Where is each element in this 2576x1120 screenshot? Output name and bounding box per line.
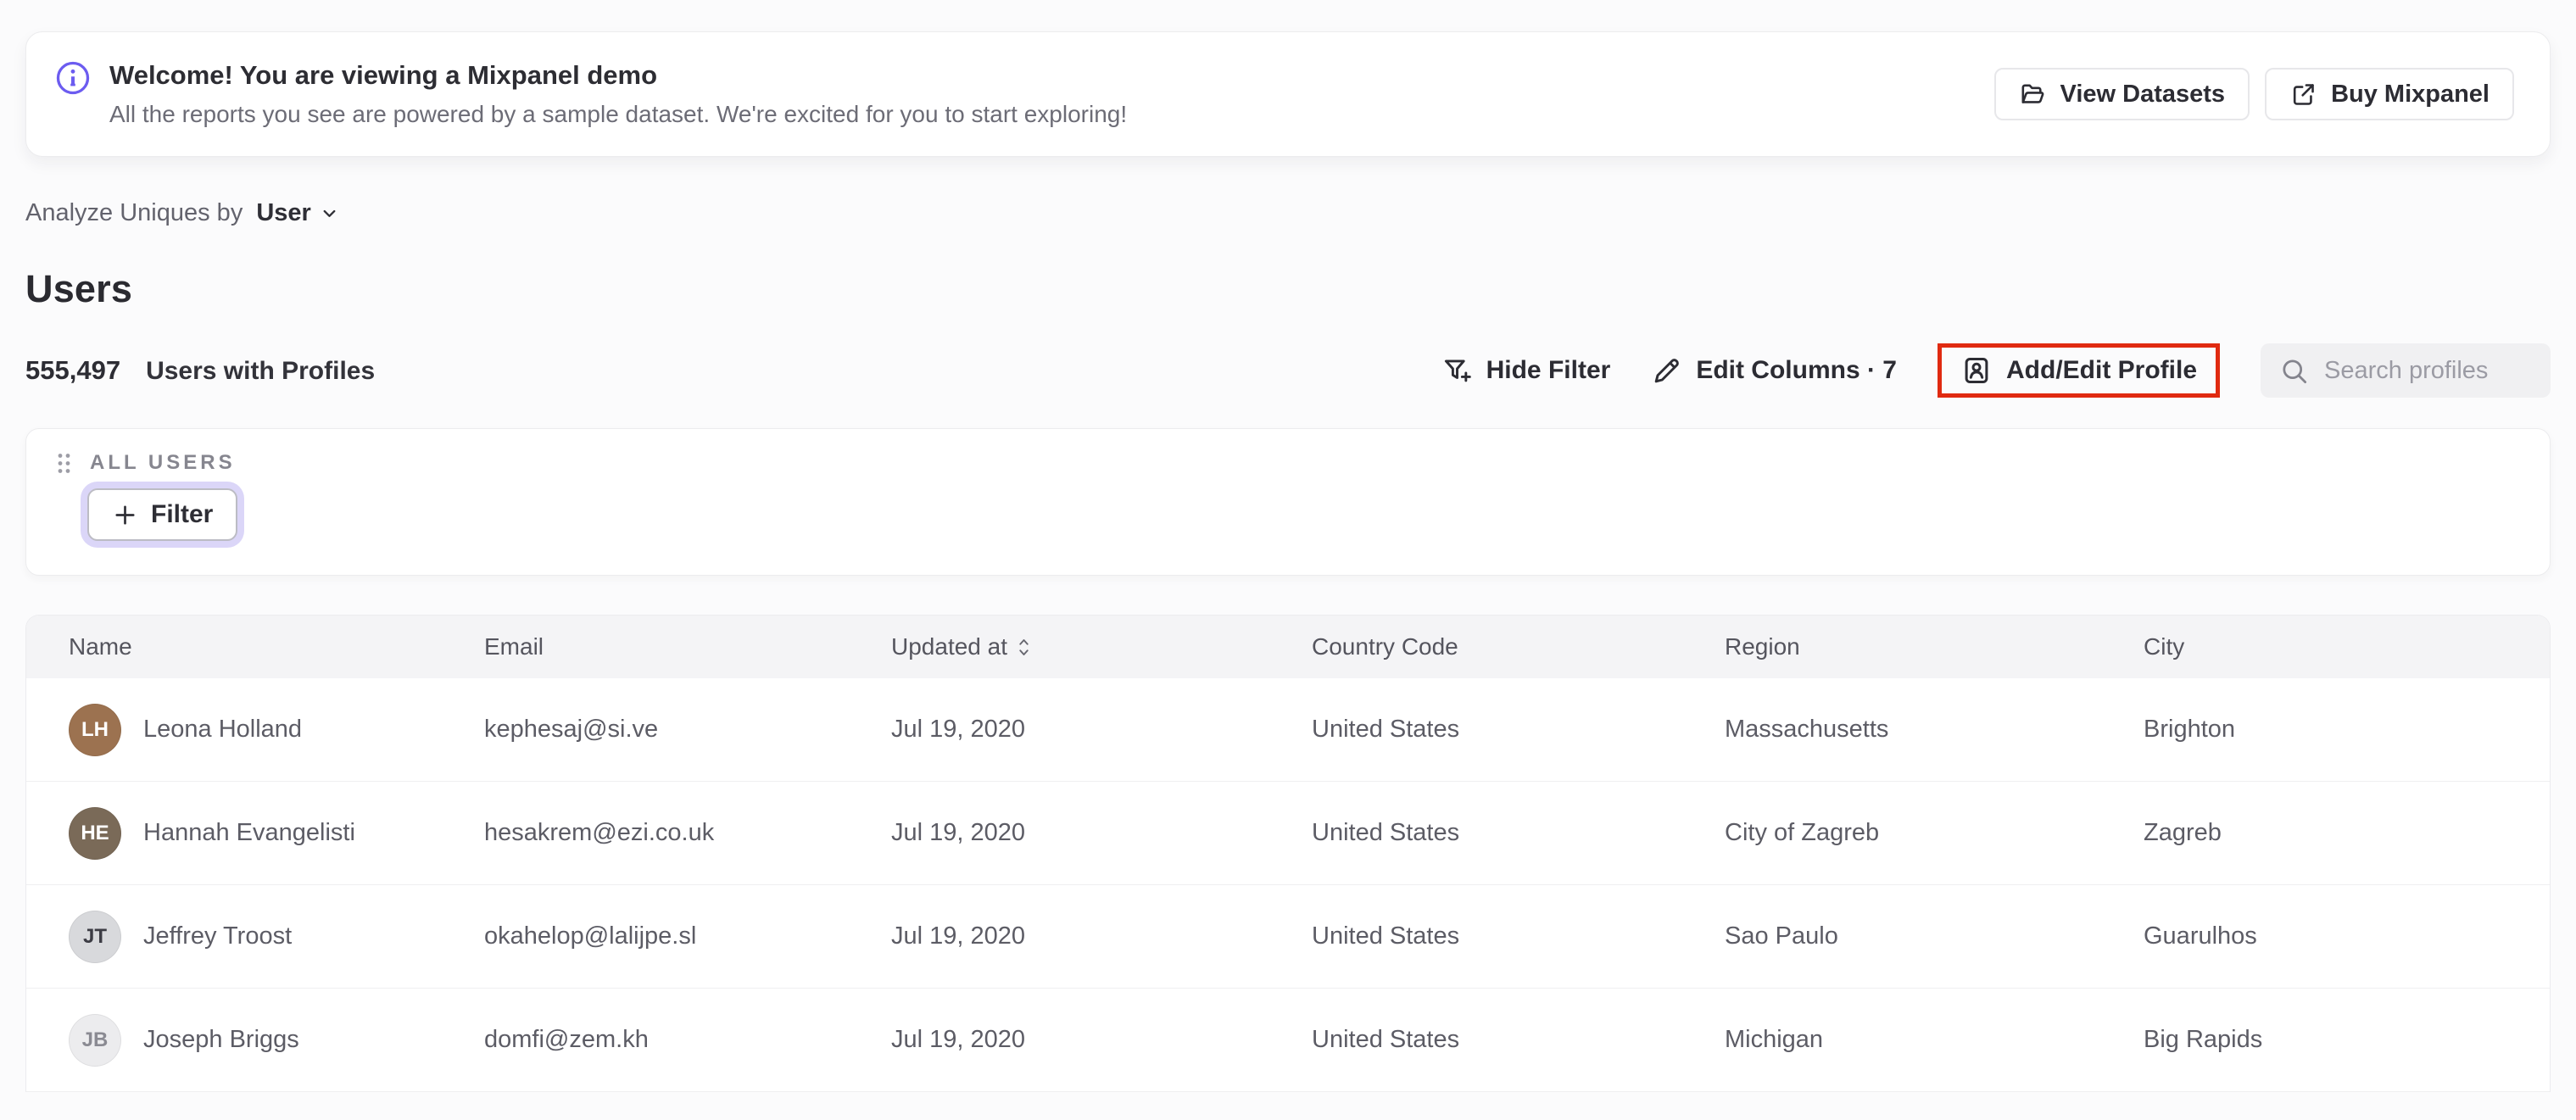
view-datasets-button[interactable]: View Datasets bbox=[1993, 68, 2250, 120]
add-filter-button[interactable]: Filter bbox=[87, 488, 238, 541]
users-page: Welcome! You are viewing a Mixpanel demo… bbox=[0, 31, 2576, 1120]
group-head: ALL USERS bbox=[57, 451, 2519, 475]
column-header-country-code[interactable]: Country Code bbox=[1312, 633, 1725, 660]
banner-message: Welcome! You are viewing a Mixpanel demo… bbox=[55, 59, 1127, 131]
info-icon bbox=[55, 60, 91, 96]
user-name: Joseph Briggs bbox=[143, 1026, 299, 1053]
annotation-highlight-box: Add/Edit Profile bbox=[1938, 343, 2220, 398]
user-country-code: United States bbox=[1312, 716, 1460, 743]
profiles-count: 555,497 Users with Profiles bbox=[25, 355, 375, 386]
user-email: okahelop@lalijpe.sl bbox=[484, 922, 697, 950]
avatar: JT bbox=[69, 910, 121, 963]
analyze-bar: Analyze Uniques by User bbox=[25, 196, 2551, 230]
analyze-by-select[interactable]: User bbox=[256, 196, 339, 230]
users-table: Name Email Updated at Country Code Regio… bbox=[25, 615, 2551, 1092]
user-name: Hannah Evangelisti bbox=[143, 819, 355, 846]
user-region: City of Zagreb bbox=[1725, 819, 1880, 846]
user-city: Zagreb bbox=[2144, 819, 2222, 846]
external-link-icon bbox=[2289, 81, 2317, 109]
table-header-row: Name Email Updated at Country Code Regio… bbox=[26, 616, 2550, 678]
banner-title: Welcome! You are viewing a Mixpanel demo bbox=[109, 59, 658, 90]
chevron-down-icon bbox=[320, 203, 339, 223]
column-header-city[interactable]: City bbox=[2144, 633, 2550, 660]
view-datasets-label: View Datasets bbox=[2060, 80, 2226, 108]
user-city: Brighton bbox=[2144, 716, 2236, 743]
hide-filter-button[interactable]: Hide Filter bbox=[1441, 355, 1611, 387]
column-header-name[interactable]: Name bbox=[69, 633, 484, 660]
edit-columns-button[interactable]: Edit Columns · 7 bbox=[1651, 355, 1897, 387]
welcome-banner: Welcome! You are viewing a Mixpanel demo… bbox=[25, 31, 2551, 157]
add-edit-profile-label: Add/Edit Profile bbox=[2006, 356, 2197, 384]
avatar: HE bbox=[69, 806, 121, 860]
user-region: Michigan bbox=[1725, 1026, 1824, 1053]
user-city: Big Rapids bbox=[2144, 1026, 2263, 1053]
table-row[interactable]: JB Joseph Briggs domfi@zem.kh Jul 19, 20… bbox=[26, 989, 2550, 1092]
controls-row: 555,497 Users with Profiles Hide Filter bbox=[25, 338, 2551, 403]
filter-button-wrap: Filter bbox=[87, 488, 238, 541]
user-email: kephesaj@si.ve bbox=[484, 716, 659, 743]
buy-mixpanel-button[interactable]: Buy Mixpanel bbox=[2265, 68, 2514, 120]
user-name: Leona Holland bbox=[143, 716, 303, 743]
user-updated-at: Jul 19, 2020 bbox=[891, 819, 1026, 846]
user-region: Sao Paulo bbox=[1725, 922, 1838, 950]
avatar: LH bbox=[69, 703, 121, 756]
user-updated-at: Jul 19, 2020 bbox=[891, 1026, 1026, 1053]
user-region: Massachusetts bbox=[1725, 716, 1889, 743]
user-name: Jeffrey Troost bbox=[143, 922, 293, 950]
user-updated-at: Jul 19, 2020 bbox=[891, 922, 1026, 950]
profiles-count-label: Users with Profiles bbox=[146, 357, 376, 385]
filter-card: ALL USERS Filter bbox=[25, 428, 2551, 576]
folder-icon bbox=[2019, 81, 2047, 109]
table-row[interactable]: HE Hannah Evangelisti hesakrem@ezi.co.uk… bbox=[26, 782, 2550, 885]
search-icon bbox=[2279, 356, 2309, 386]
avatar: JB bbox=[69, 1013, 121, 1067]
group-label: ALL USERS bbox=[90, 451, 236, 474]
user-country-code: United States bbox=[1312, 1026, 1460, 1053]
user-updated-at: Jul 19, 2020 bbox=[891, 716, 1026, 743]
profiles-count-number: 555,497 bbox=[25, 355, 121, 385]
hide-filter-label: Hide Filter bbox=[1486, 356, 1611, 384]
drag-handle-icon[interactable] bbox=[57, 452, 71, 475]
user-city: Guarulhos bbox=[2144, 922, 2257, 950]
banner-actions: View Datasets Buy Mixpanel bbox=[1993, 68, 2514, 120]
add-edit-profile-button[interactable]: Add/Edit Profile bbox=[1960, 354, 2197, 387]
add-filter-label: Filter bbox=[151, 500, 214, 528]
table-row[interactable]: LH Leona Holland kephesaj@si.ve Jul 19, … bbox=[26, 678, 2550, 782]
pencil-icon bbox=[1651, 355, 1682, 387]
filter-funnel-icon bbox=[1441, 355, 1473, 387]
column-header-email[interactable]: Email bbox=[484, 633, 891, 660]
column-header-region[interactable]: Region bbox=[1725, 633, 2144, 660]
user-email: domfi@zem.kh bbox=[484, 1026, 649, 1053]
analyze-label: Analyze Uniques by bbox=[25, 199, 243, 226]
analyze-by-value: User bbox=[256, 199, 311, 226]
edit-columns-label: Edit Columns · 7 bbox=[1696, 356, 1897, 384]
banner-subtitle: All the reports you see are powered by a… bbox=[109, 100, 1128, 127]
page-title: Users bbox=[25, 267, 133, 310]
column-header-updated-at[interactable]: Updated at bbox=[891, 633, 1312, 660]
buy-mixpanel-label: Buy Mixpanel bbox=[2331, 80, 2490, 108]
user-country-code: United States bbox=[1312, 819, 1460, 846]
profile-card-icon bbox=[1960, 354, 1993, 387]
table-row[interactable]: JT Jeffrey Troost okahelop@lalijpe.sl Ju… bbox=[26, 885, 2550, 989]
plus-icon bbox=[112, 502, 138, 528]
user-country-code: United States bbox=[1312, 922, 1460, 950]
user-email: hesakrem@ezi.co.uk bbox=[484, 819, 715, 846]
search-profiles-input[interactable] bbox=[2324, 356, 2532, 385]
toolbar: Hide Filter Edit Columns · 7 Add/Edit Pr… bbox=[1441, 343, 2551, 398]
sort-icon bbox=[1016, 636, 1032, 659]
profile-search bbox=[2261, 343, 2551, 398]
